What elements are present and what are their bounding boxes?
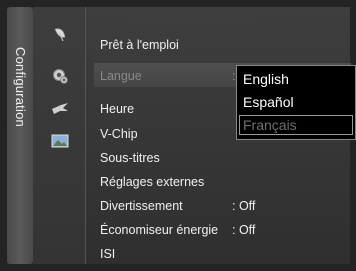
menu-item-plug-and-play[interactable]: Prêt à l'emploi (100, 38, 179, 52)
menu-item-time[interactable]: Heure (100, 102, 134, 116)
menu-item-external-settings[interactable]: Réglages externes (100, 175, 204, 189)
satellite-dish-icon[interactable] (51, 25, 69, 42)
swallow-icon[interactable] (51, 102, 69, 118)
language-dropdown: English Español Français (236, 65, 356, 140)
menu-item-language[interactable]: Langue (100, 69, 142, 83)
menu-item-captions[interactable]: Sous-titres (100, 151, 160, 165)
category-icon-strip (33, 7, 85, 264)
gear-icon[interactable] (51, 67, 69, 84)
language-option-espanol[interactable]: Español (243, 94, 294, 110)
energy-saver-value: : Off (232, 223, 256, 237)
language-option-english[interactable]: English (243, 71, 289, 87)
picture-icon[interactable] (51, 134, 69, 150)
menu-item-energy-saver[interactable]: Économiseur énergie (100, 223, 218, 237)
menu-item-entertainment[interactable]: Divertissement (100, 199, 183, 213)
language-value: : (232, 69, 236, 83)
menu-item-isi[interactable]: ISI (100, 247, 115, 261)
entertainment-value: : Off (232, 199, 256, 213)
settings-screen: Configuration Prêt à l'emploi Langue: H… (0, 0, 356, 271)
category-label: Configuration (13, 47, 28, 127)
language-option-francais[interactable]: Français (243, 117, 297, 133)
menu-item-v-chip[interactable]: V-Chip (100, 127, 138, 141)
category-sidebar: Configuration (7, 7, 33, 264)
